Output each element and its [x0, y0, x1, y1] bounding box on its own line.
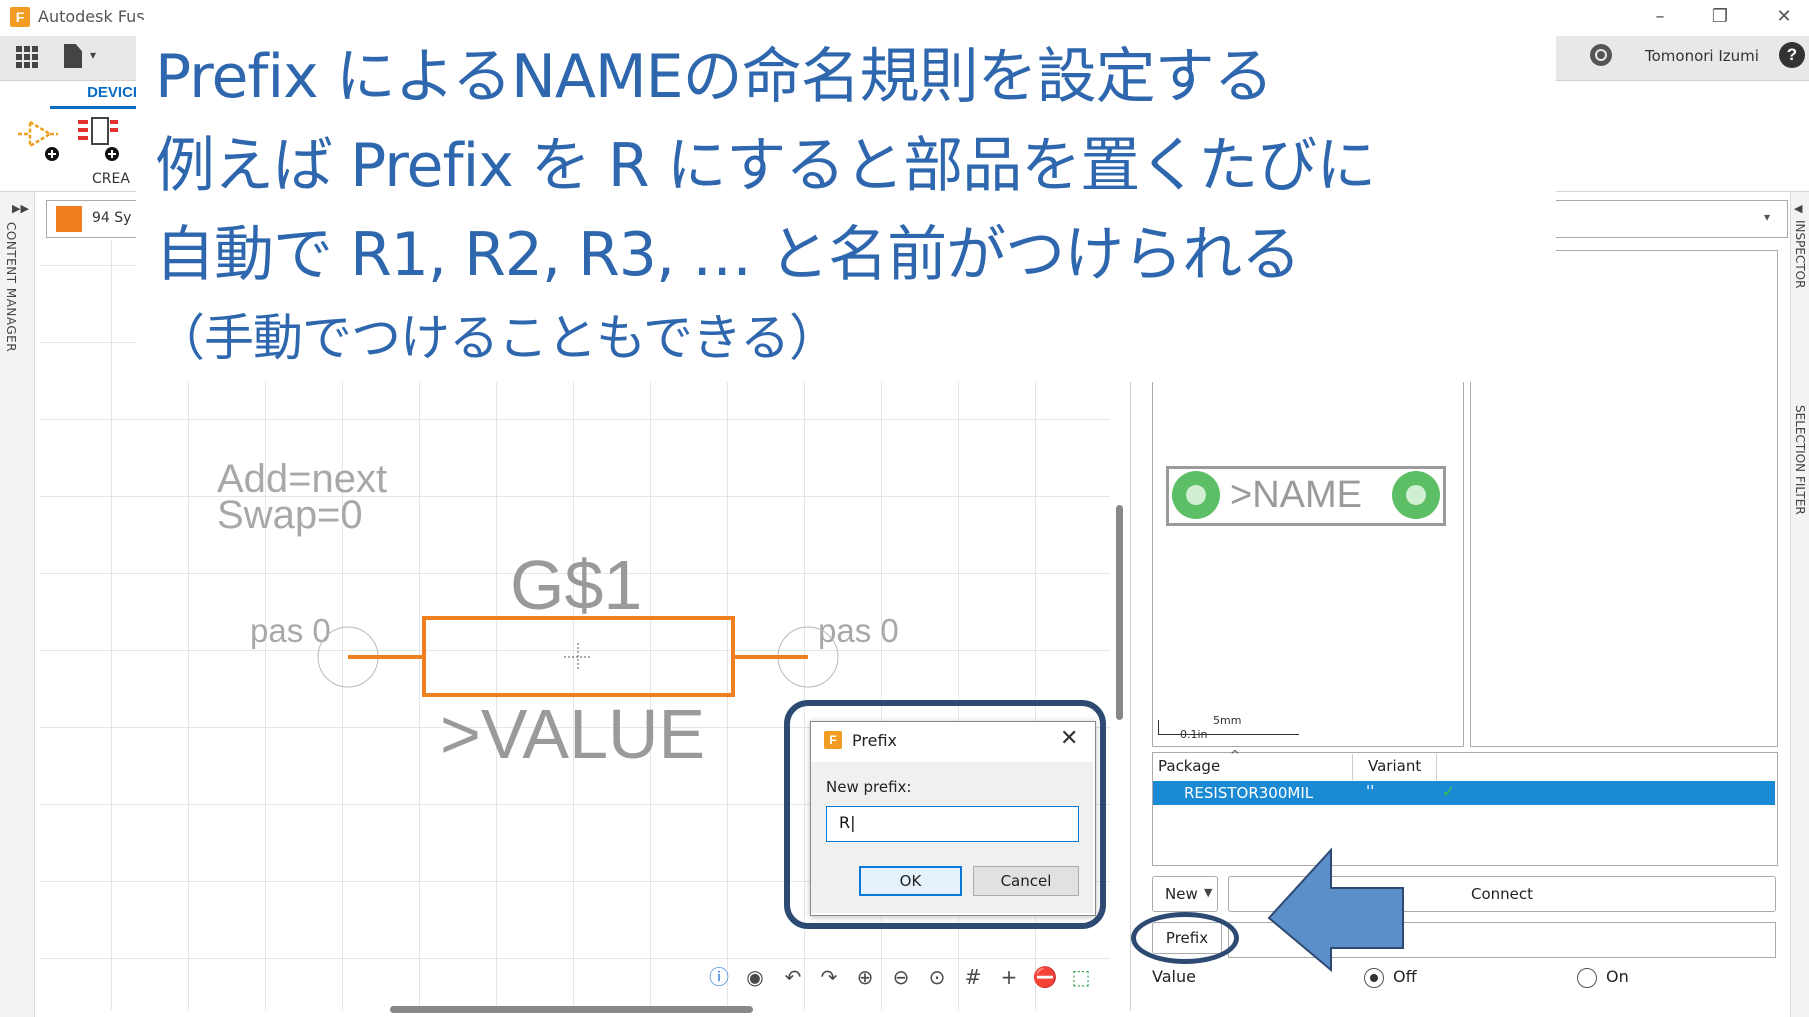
- redo-icon[interactable]: ↷: [816, 964, 842, 990]
- pointer-arrow-icon: [1267, 847, 1404, 973]
- create-symbol-icon[interactable]: [14, 114, 62, 164]
- pad-right: [1392, 471, 1440, 519]
- selection-filter-tab[interactable]: SELECTION FILTER: [1793, 405, 1807, 515]
- layer-color-swatch: [56, 206, 82, 232]
- chevron-down-icon[interactable]: ▾: [1764, 210, 1770, 224]
- grid-icon[interactable]: #: [960, 964, 986, 990]
- expand-right-icon[interactable]: ◀: [1794, 202, 1802, 215]
- variant-cell: '': [1366, 782, 1375, 800]
- zoom-out-icon[interactable]: ⊖: [888, 964, 914, 990]
- package-cell: RESISTOR300MIL: [1184, 784, 1314, 802]
- stop-icon[interactable]: ⛔: [1032, 964, 1058, 990]
- horizontal-scrollbar[interactable]: [390, 1006, 753, 1013]
- restore-button[interactable]: ❐: [1700, 4, 1740, 30]
- minimize-button[interactable]: –: [1640, 4, 1680, 30]
- app-title: Autodesk Fus: [38, 7, 145, 26]
- sort-ascending-icon: ^: [1230, 748, 1241, 762]
- close-window-button[interactable]: ✕: [1764, 4, 1804, 30]
- create-footprint-icon[interactable]: [74, 114, 124, 164]
- pad-left: [1172, 471, 1220, 519]
- callout-line-1: Prefix によるNAMEの命名規則を設定する: [155, 42, 1274, 112]
- column-divider[interactable]: [1352, 754, 1353, 780]
- zoom-in-icon[interactable]: ⊕: [852, 964, 878, 990]
- panel-dropdown[interactable]: [1546, 200, 1788, 238]
- resistor-symbol[interactable]: [300, 600, 860, 710]
- user-account[interactable]: Tomonori Izumi: [1645, 47, 1759, 65]
- callout-line-3: 自動で R1, R2, R3, … と名前がつけられる: [155, 220, 1301, 290]
- swap-level-text: Swap=0: [217, 493, 363, 537]
- dialog-highlight-frame: [784, 700, 1106, 929]
- callout-line-2: 例えば Prefix を R にすると部品を置くたびに: [155, 131, 1376, 201]
- column-header-package[interactable]: Package: [1158, 757, 1220, 775]
- undo-icon[interactable]: ↶: [780, 964, 806, 990]
- expand-left-icon[interactable]: ▶▶: [12, 202, 29, 215]
- layer-label: 94 Sy: [92, 210, 132, 226]
- chevron-down-icon[interactable]: ▼: [1204, 886, 1212, 899]
- app-grid-icon[interactable]: [16, 46, 38, 68]
- value-on-label: On: [1606, 967, 1629, 986]
- scale-mm-label: 5mm: [1213, 714, 1242, 727]
- zoom-fit-icon[interactable]: ⊙: [924, 964, 950, 990]
- file-menu-caret-icon[interactable]: ▾: [90, 48, 96, 62]
- package-table: [1152, 752, 1778, 866]
- prefix-highlight-ellipse: [1131, 912, 1239, 964]
- view-toolbar: ⓘ ◉ ↶ ↷ ⊕ ⊖ ⊙ # + ⛔ ⬚: [706, 960, 1116, 994]
- inspector-tab[interactable]: INSPECTOR: [1793, 220, 1807, 288]
- origin-cross: [564, 643, 592, 671]
- info-icon[interactable]: ⓘ: [706, 964, 732, 990]
- value-on-radio[interactable]: [1577, 968, 1597, 988]
- callout-line-4: （手動でつけることもできる）: [155, 309, 839, 367]
- crosshair-icon[interactable]: +: [996, 964, 1022, 990]
- content-manager-tab[interactable]: CONTENT MANAGER: [4, 222, 18, 352]
- value-label: Value: [1152, 967, 1196, 986]
- selection-window-icon[interactable]: ⬚: [1068, 964, 1094, 990]
- scale-in-label: 0.1in: [1180, 728, 1208, 741]
- help-icon[interactable]: ?: [1779, 42, 1805, 68]
- right-side-strip: [1790, 192, 1809, 1017]
- check-icon: ✓: [1442, 782, 1456, 801]
- fusion-logo-icon: F: [10, 7, 30, 27]
- package-name-placeholder: >NAME: [1230, 474, 1362, 516]
- column-divider[interactable]: [1436, 754, 1437, 780]
- job-status-clock-icon[interactable]: [1590, 44, 1612, 66]
- vertical-scrollbar[interactable]: [1116, 505, 1123, 720]
- column-header-variant[interactable]: Variant: [1368, 757, 1421, 775]
- create-group-label: CREA: [92, 171, 130, 187]
- visibility-eye-icon[interactable]: ◉: [742, 964, 768, 990]
